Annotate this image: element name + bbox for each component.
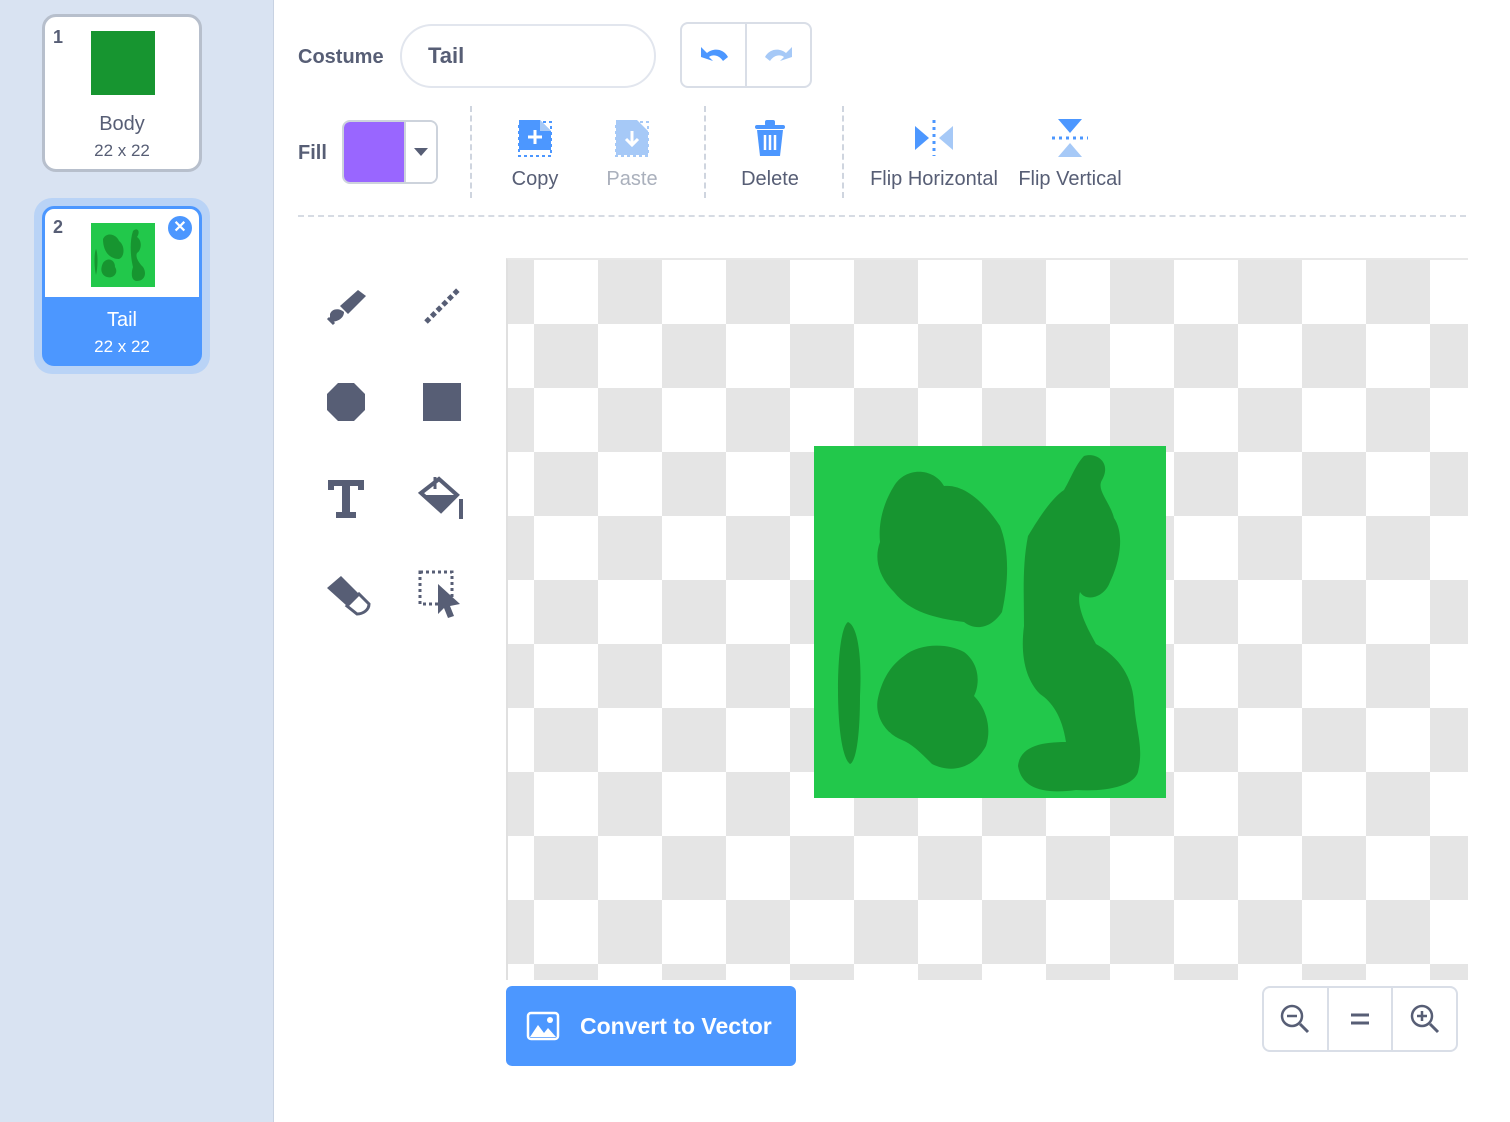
undo-redo-group	[680, 22, 812, 88]
costume-size: 22 x 22	[94, 141, 150, 160]
zoom-out-icon	[1281, 1004, 1310, 1034]
fill-tool[interactable]	[410, 466, 474, 530]
redo-button[interactable]	[745, 24, 810, 86]
text-tool[interactable]	[314, 466, 378, 530]
brush-tool[interactable]	[314, 274, 378, 338]
fill-label: Fill	[298, 142, 327, 164]
copy-button[interactable]: Copy	[498, 112, 572, 191]
costume-name: Tail	[106, 309, 137, 331]
line-tool[interactable]	[410, 274, 474, 338]
delete-costume-icon[interactable]: ✕	[166, 214, 194, 242]
chevron-down-icon	[406, 122, 436, 182]
delete-button[interactable]: Delete	[730, 112, 810, 191]
convert-to-vector-button[interactable]: Convert to Vector	[506, 986, 796, 1066]
costume-thumbnail	[91, 31, 155, 95]
costume-name-input[interactable]	[400, 24, 656, 88]
delete-label: Delete	[741, 168, 799, 190]
copy-label: Copy	[511, 168, 559, 190]
zoom-reset-button[interactable]	[1326, 988, 1392, 1050]
fill-color-picker[interactable]	[342, 120, 438, 184]
costume-thumbnail	[91, 223, 155, 287]
fill-color-swatch	[344, 122, 406, 182]
zoom-in-icon	[1410, 1004, 1439, 1034]
eraser-icon	[327, 576, 371, 616]
costume-size: 22 x 22	[94, 337, 150, 356]
costume-tile-body[interactable]: 1 Body 22 x 22	[42, 14, 202, 172]
image-icon	[526, 1011, 560, 1041]
rectangle-tool[interactable]	[410, 370, 474, 434]
flip-vertical-button[interactable]: Flip Vertical	[1016, 112, 1124, 191]
flip-vertical-icon	[1016, 112, 1124, 164]
flip-vertical-label: Flip Vertical	[1018, 168, 1122, 190]
rectangle-icon	[423, 383, 461, 421]
flip-horizontal-button[interactable]: Flip Horizontal	[866, 112, 1002, 191]
equals-icon	[1351, 1013, 1369, 1025]
costume-label: Costume	[298, 46, 384, 68]
convert-to-vector-label: Convert to Vector	[580, 1012, 772, 1039]
select-tool[interactable]	[410, 562, 474, 626]
line-icon	[424, 288, 460, 324]
paste-button[interactable]: Paste	[596, 112, 668, 191]
undo-icon	[700, 47, 728, 61]
costume-name: Body	[99, 113, 145, 135]
trash-icon	[730, 112, 810, 164]
tail-costume-image	[814, 446, 1166, 798]
zoom-out-button[interactable]	[1264, 988, 1327, 1050]
text-icon	[328, 480, 364, 518]
circle-tool[interactable]	[314, 370, 378, 434]
select-icon	[418, 570, 460, 618]
eraser-tool[interactable]	[314, 562, 378, 626]
paste-icon	[596, 112, 668, 164]
costume-number: 2	[53, 217, 64, 237]
copy-icon	[498, 112, 572, 164]
paste-label: Paste	[606, 168, 658, 190]
circle-icon	[327, 383, 365, 421]
zoom-controls	[1262, 986, 1458, 1052]
paint-canvas[interactable]	[506, 258, 1468, 980]
undo-button[interactable]	[682, 24, 745, 86]
flip-horizontal-label: Flip Horizontal	[870, 168, 998, 190]
flip-horizontal-icon	[866, 112, 1002, 164]
redo-icon	[764, 47, 792, 61]
costume-list: 1 Body 22 x 22 2 Tail 22 x 22 ✕	[0, 0, 274, 1122]
brush-icon	[326, 290, 366, 326]
zoom-in-button[interactable]	[1391, 988, 1456, 1050]
costume-number: 1	[53, 27, 64, 47]
paint-bucket-icon	[417, 476, 463, 519]
